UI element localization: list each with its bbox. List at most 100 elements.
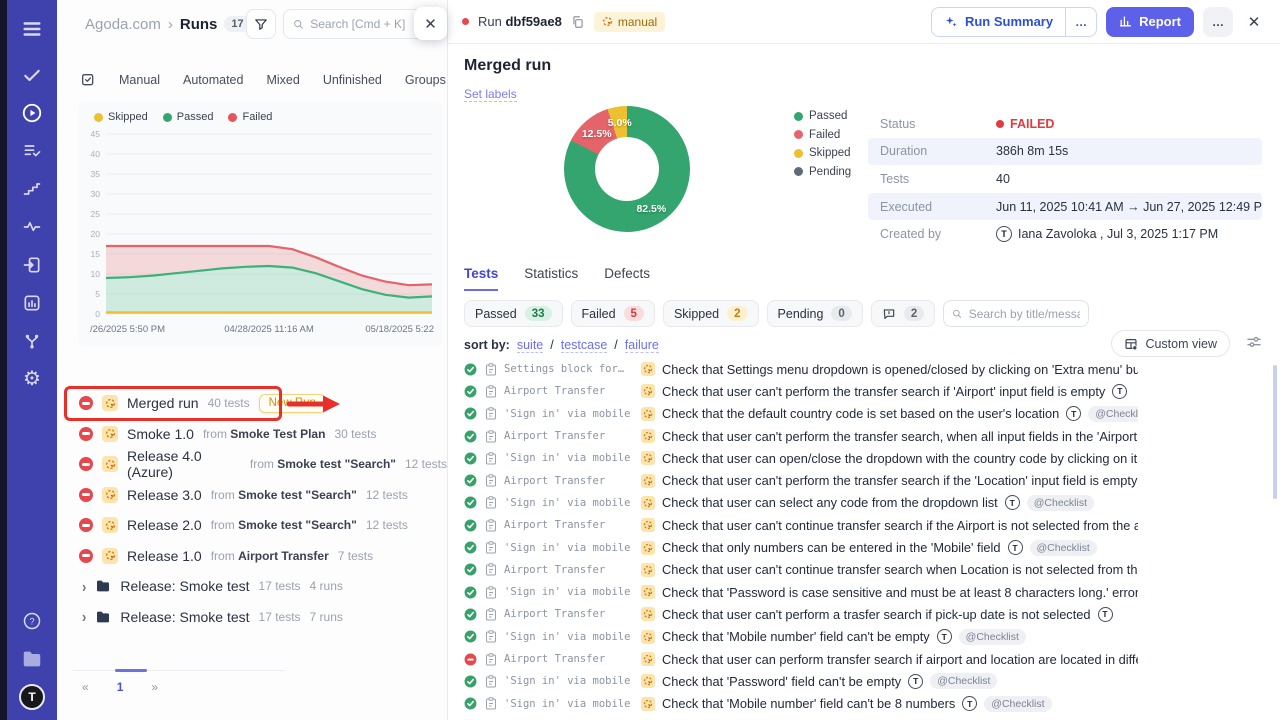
tests-search[interactable]	[943, 300, 1089, 327]
manual-icon	[641, 607, 655, 621]
legend-dot	[163, 113, 172, 122]
activity-pulse-icon[interactable]	[7, 208, 57, 246]
tests-check-icon[interactable]	[7, 56, 57, 94]
detail-tab[interactable]: Tests	[464, 266, 498, 291]
projects-folder-icon[interactable]	[7, 640, 57, 678]
comments-filter-chip[interactable]: 2	[871, 300, 935, 327]
test-row[interactable]: 'Sign in' via mobile Check that the defa…	[464, 403, 1138, 425]
run-row[interactable]: Merged run 40 tests New Run	[57, 388, 447, 419]
menu-icon[interactable]	[7, 10, 57, 48]
test-row[interactable]: 'Sign in' via mobile Check that only num…	[464, 536, 1138, 558]
detail-value: T FAILED	[996, 117, 1054, 131]
select-all-icon[interactable]	[80, 72, 96, 88]
failed-status-icon	[79, 427, 93, 441]
test-title: Check that user can't continue transfer …	[662, 518, 1138, 533]
chevron-right-icon[interactable]: ›	[82, 608, 86, 626]
milestones-steps-icon[interactable]	[7, 170, 57, 208]
pagination-page-1[interactable]: 1	[117, 680, 124, 694]
suite-icon	[484, 630, 497, 643]
detail-tab[interactable]: Defects	[604, 266, 650, 291]
run-group-row[interactable]: › Release: Smoke test 17 tests 7 runs	[57, 602, 447, 633]
svg-text:?: ?	[29, 616, 34, 626]
test-status-icon	[464, 697, 477, 710]
run-row[interactable]: Release 4.0 (Azure) from Smoke test "Sea…	[57, 449, 447, 480]
breadcrumb-project[interactable]: Agoda.com	[85, 16, 161, 33]
test-row[interactable]: Airport Transfer Check that user can't p…	[464, 380, 1138, 402]
runs-play-icon[interactable]	[7, 94, 57, 132]
manual-icon	[641, 652, 655, 666]
filter-count-badge: 5	[624, 306, 644, 321]
test-suite: 'Sign in' via mobile	[504, 586, 634, 598]
report-button[interactable]: Report	[1106, 7, 1194, 37]
comments-count-badge: 2	[904, 306, 924, 321]
test-row[interactable]: Settings block for… Check that Settings …	[464, 358, 1138, 380]
run-row[interactable]: Release 1.0 from Airport Transfer 7 test…	[57, 541, 447, 572]
test-row[interactable]: 'Sign in' via mobile Check that 'Passwor…	[464, 581, 1138, 603]
run-row[interactable]: Release 3.0 from Smoke test "Search" 12 …	[57, 480, 447, 511]
run-summary-button[interactable]: Run Summary	[932, 8, 1066, 36]
analytics-chart-icon[interactable]	[7, 284, 57, 322]
chevron-right-icon[interactable]: ›	[82, 577, 86, 595]
search-icon	[293, 18, 304, 31]
test-plans-icon[interactable]	[7, 132, 57, 170]
runs-tab[interactable]: Groups	[405, 73, 446, 87]
runs-tab[interactable]: Mixed	[266, 73, 299, 87]
legend-item: Failed	[228, 111, 272, 123]
test-row[interactable]: Airport Transfer Check that user can per…	[464, 648, 1138, 670]
filter-count-badge: 33	[525, 306, 552, 321]
user-avatar[interactable]: T	[19, 684, 45, 710]
help-icon[interactable]: ?	[7, 602, 57, 640]
svg-text:05/18/2025 5:22: 05/18/2025 5:22	[365, 324, 434, 335]
filter-chip[interactable]: Skipped 2	[663, 300, 759, 327]
test-row[interactable]: Airport Transfer Check that user can't p…	[464, 469, 1138, 491]
custom-view-button[interactable]: Custom view	[1111, 330, 1230, 357]
runs-search-input[interactable]	[310, 17, 421, 31]
test-row[interactable]: Airport Transfer Check that user can't p…	[464, 425, 1138, 447]
panel-close-button[interactable]: ✕	[414, 7, 447, 40]
test-row[interactable]: Airport Transfer Check that user can't c…	[464, 559, 1138, 581]
copy-icon[interactable]	[571, 15, 585, 29]
sort-option[interactable]: failure	[625, 338, 659, 353]
filter-chip[interactable]: Failed 5	[571, 300, 655, 327]
suite-icon	[484, 474, 497, 487]
sparkles-icon	[944, 15, 958, 29]
close-icon[interactable]: ✕	[1242, 7, 1266, 37]
view-settings-icon[interactable]	[1246, 334, 1262, 350]
pagination-track	[73, 670, 285, 671]
set-labels-link[interactable]: Set labels	[464, 87, 517, 102]
run-group-row[interactable]: › Release: Smoke test 17 tests 4 runs	[57, 571, 447, 602]
test-row[interactable]: 'Sign in' via mobile Check that user can…	[464, 447, 1138, 469]
test-row[interactable]: Airport Transfer Check that user can't c…	[464, 514, 1138, 536]
test-row[interactable]: 'Sign in' via mobile Check that 'Mobile …	[464, 626, 1138, 648]
tests-search-input[interactable]	[969, 307, 1081, 321]
test-suite: 'Sign in' via mobile	[504, 698, 634, 710]
manual-icon	[641, 630, 655, 644]
more-actions-button[interactable]: …	[1203, 7, 1233, 37]
test-row[interactable]: 'Sign in' via mobile Check that 'Mobile …	[464, 692, 1138, 714]
scrollbar-thumb[interactable]	[1273, 365, 1277, 499]
filter-button[interactable]	[246, 9, 276, 39]
filter-chip[interactable]: Passed 33	[464, 300, 563, 327]
sort-option[interactable]: suite	[517, 338, 543, 353]
test-title: Check that user can select any code from…	[662, 495, 998, 510]
test-row[interactable]: 'Sign in' via mobile Check that 'Passwor…	[464, 670, 1138, 692]
pagination-next[interactable]: »	[151, 680, 158, 694]
breadcrumb-section: Runs	[180, 16, 218, 33]
run-row[interactable]: Smoke 1.0 from Smoke Test Plan 30 tests	[57, 419, 447, 450]
runs-tab[interactable]: Manual	[119, 73, 160, 87]
runs-tab[interactable]: Automated	[183, 73, 243, 87]
sort-option[interactable]: testcase	[561, 338, 608, 353]
breadcrumb: Agoda.com › Runs 17	[85, 8, 251, 40]
runs-search[interactable]	[283, 9, 431, 39]
test-row[interactable]: Airport Transfer Check that user can't p…	[464, 603, 1138, 625]
detail-tab[interactable]: Statistics	[524, 266, 578, 291]
settings-gear-icon[interactable]: ⚙	[7, 360, 57, 398]
run-row[interactable]: Release 2.0 from Smoke test "Search" 12 …	[57, 510, 447, 541]
pagination-prev[interactable]: «	[82, 680, 89, 694]
requirements-signin-icon[interactable]	[7, 246, 57, 284]
test-row[interactable]: 'Sign in' via mobile Check that user can…	[464, 492, 1138, 514]
run-summary-more-button[interactable]: …	[1066, 8, 1096, 36]
runs-tab[interactable]: Unfinished	[323, 73, 382, 87]
filter-chip[interactable]: Pending 0	[767, 300, 863, 327]
integrations-branch-icon[interactable]	[7, 322, 57, 360]
